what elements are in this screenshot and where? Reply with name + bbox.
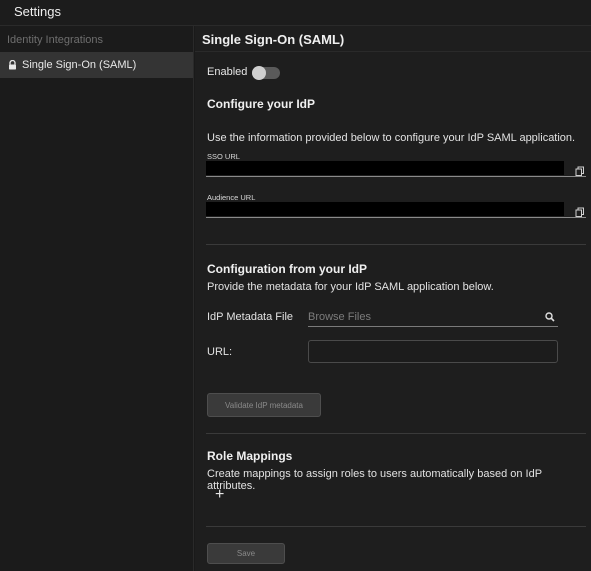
idp-metadata-file-label: IdP Metadata File [207,311,294,323]
section-divider [206,433,586,434]
add-role-mapping-button[interactable]: + [215,487,224,503]
sidebar-item-single-sign-on[interactable]: Single Sign-On (SAML) [0,52,193,78]
configure-idp-heading: Configure your IdP [207,97,315,111]
audience-url-label: Audience URL [207,193,256,202]
audience-url-field[interactable] [206,202,564,216]
main-panel: Single Sign-On (SAML) Enabled Configure … [195,26,591,571]
search-icon[interactable] [545,312,555,325]
copy-icon[interactable] [575,166,585,176]
section-divider [206,244,586,245]
sso-url-label: SSO URL [207,152,240,161]
sso-url-field[interactable] [206,161,564,175]
top-bar: Settings [0,0,591,26]
save-button[interactable]: Save [207,543,285,564]
copy-icon[interactable] [575,207,585,217]
role-mappings-description: Create mappings to assign roles to users… [207,468,542,492]
url-label: URL: [207,346,233,358]
audience-url-underline [206,217,586,218]
sidebar-section-label: Identity Integrations [7,34,104,46]
sso-url-underline [206,176,586,177]
header-divider [195,51,591,52]
url-input[interactable] [308,340,558,363]
config-from-idp-heading: Configuration from your IdP [207,262,367,276]
sidebar: Identity Integrations Single Sign-On (SA… [0,26,194,571]
config-from-idp-description: Provide the metadata for your IdP SAML a… [207,281,494,293]
app-title: Settings [14,4,61,19]
enabled-label: Enabled [207,66,248,78]
browse-files-field[interactable]: Browse Files [308,309,558,327]
browse-files-placeholder: Browse Files [308,311,371,323]
lock-icon [8,60,17,70]
validate-idp-metadata-button[interactable]: Validate IdP metadata [207,393,321,417]
configure-idp-description: Use the information provided below to co… [207,132,576,144]
role-mappings-heading: Role Mappings [207,449,293,463]
toggle-knob [252,66,266,80]
section-divider [206,526,586,527]
page-title: Single Sign-On (SAML) [202,32,345,47]
enabled-toggle[interactable] [252,66,280,80]
sidebar-item-label: Single Sign-On (SAML) [22,59,137,71]
